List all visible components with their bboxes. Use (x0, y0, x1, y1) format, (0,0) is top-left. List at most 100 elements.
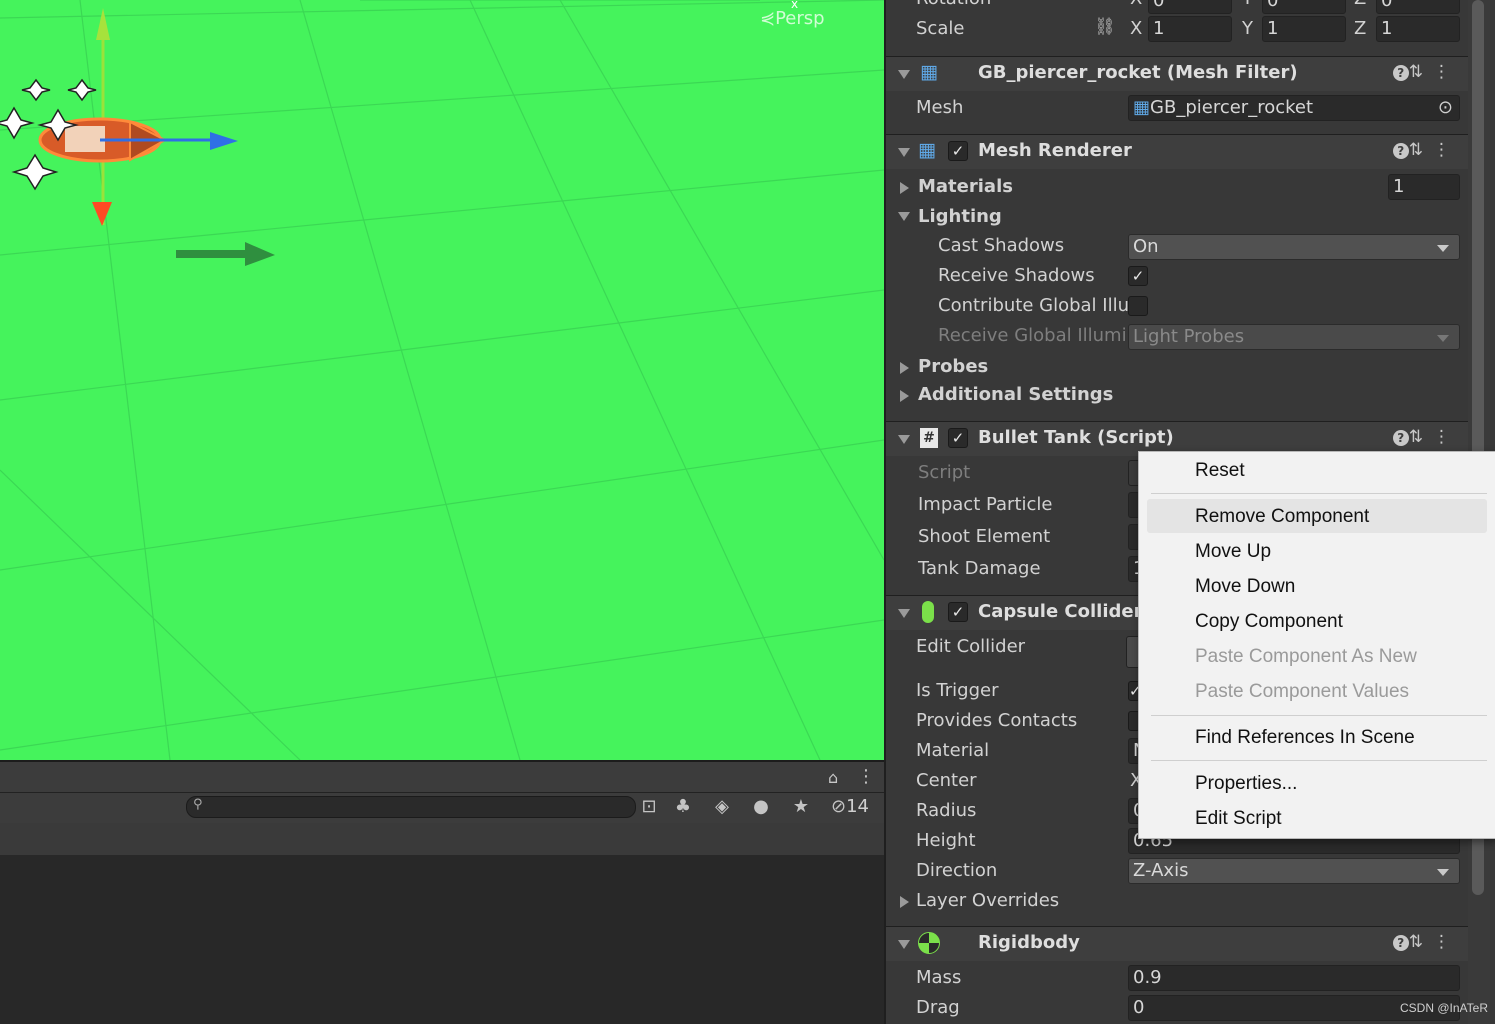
watermark: CSDN @InATeR (1400, 1001, 1488, 1015)
mesh-renderer-icon: ▦ (918, 139, 936, 161)
rotation-x-field[interactable]: 0 (1148, 0, 1232, 14)
rotation-y-label: Y (1242, 0, 1253, 9)
scale-x-field[interactable]: 1 (1148, 16, 1232, 42)
mesh-object-field[interactable]: ▦GB_piercer_rocket ⊙ (1128, 95, 1460, 121)
component-menu-icon[interactable]: ⋮ (1433, 140, 1460, 160)
scale-label: Scale (916, 18, 965, 39)
scene-view[interactable]: x ⋞Persp (0, 0, 884, 760)
edit-collider-label: Edit Collider (916, 636, 1026, 657)
enabled-checkbox[interactable]: ✓ (948, 141, 968, 161)
cast-shadows-label: Cast Shadows (938, 235, 1065, 256)
menu-item-move-down[interactable]: Move Down (1195, 576, 1295, 598)
is-trigger-label: Is Trigger (916, 680, 999, 701)
layer-overrides-foldout[interactable]: Layer Overrides (916, 890, 1059, 911)
label-icon[interactable]: ◈ (707, 794, 737, 820)
menu-item-move-up[interactable]: Move Up (1195, 541, 1271, 563)
menu-item-paste-as-new: Paste Component As New (1195, 646, 1417, 667)
mesh-icon: ▦ (1133, 97, 1151, 118)
receive-shadows-checkbox[interactable]: ✓ (1128, 266, 1148, 286)
more-options-icon[interactable]: ⋮ (857, 766, 875, 787)
foldout-icon[interactable] (898, 70, 910, 79)
scale-x-label: X (1130, 18, 1143, 39)
hidden-packages-toggle[interactable]: ⊘14 (824, 794, 876, 820)
help-icon[interactable]: ? (1392, 143, 1409, 159)
search-by-type-icon[interactable]: ⊡ (634, 794, 664, 820)
component-menu-icon[interactable]: ⋮ (1433, 62, 1460, 82)
search-icon: ⚲ (193, 797, 203, 812)
z-axis-gizmo (92, 202, 112, 226)
menu-item-copy-component[interactable]: Copy Component (1195, 611, 1343, 633)
lighting-foldout[interactable]: Lighting (918, 206, 1002, 227)
direction-label: Direction (916, 860, 998, 881)
foldout-icon[interactable] (898, 609, 910, 618)
capsule-collider-icon (922, 601, 934, 623)
component-title: Rigidbody (978, 932, 1080, 953)
rigidbody-header[interactable]: Rigidbody ? ⇅⋮ (886, 926, 1468, 961)
mesh-renderer-header[interactable]: ▦ ✓ Mesh Renderer ? ⇅⋮ (886, 134, 1468, 169)
presets-icon[interactable]: ⇅ (1409, 140, 1433, 160)
mesh-label: Mesh (916, 97, 964, 118)
materials-foldout-icon[interactable] (900, 182, 909, 194)
layer-overrides-foldout-icon[interactable] (900, 896, 909, 908)
script-label: Script (918, 462, 971, 483)
menu-item-reset[interactable]: Reset (1195, 460, 1245, 482)
presets-icon[interactable]: ⇅ (1409, 427, 1433, 447)
warning-icon[interactable]: ● (746, 794, 776, 820)
constrain-proportions-icon[interactable]: ⛓ (1094, 17, 1116, 37)
lighting-foldout-icon[interactable] (898, 212, 910, 221)
persp-label[interactable]: ⋞Persp (760, 8, 825, 29)
component-title: Mesh Renderer (978, 140, 1132, 161)
presets-icon[interactable]: ⇅ (1409, 932, 1433, 952)
additional-foldout-icon[interactable] (900, 390, 909, 402)
enabled-checkbox[interactable]: ✓ (948, 428, 968, 448)
height-label: Height (916, 830, 976, 851)
panel-tab-bar: ⌂ ⋮ (0, 760, 884, 794)
probes-foldout-icon[interactable] (900, 362, 909, 374)
menu-item-find-references[interactable]: Find References In Scene (1195, 727, 1415, 749)
presets-icon[interactable]: ⇅ (1409, 62, 1433, 82)
radius-label: Radius (916, 800, 977, 821)
mass-field[interactable]: 0.9 (1128, 965, 1460, 991)
direction-arrow-shadow (176, 242, 275, 266)
help-icon[interactable]: ? (1392, 65, 1409, 81)
help-icon[interactable]: ? (1392, 430, 1409, 446)
impact-particle-label: Impact Particle (918, 494, 1053, 515)
component-title: Capsule Collider (978, 601, 1143, 622)
chevron-down-icon (1437, 335, 1449, 342)
search-input[interactable]: ⚲ (186, 796, 636, 818)
shoot-element-label: Shoot Element (918, 526, 1051, 547)
favorite-star-icon[interactable]: ★ (786, 794, 816, 820)
enabled-checkbox[interactable]: ✓ (948, 602, 968, 622)
foldout-icon[interactable] (898, 148, 910, 157)
component-menu-icon[interactable]: ⋮ (1433, 427, 1460, 447)
direction-dropdown[interactable]: Z-Axis (1128, 858, 1460, 884)
help-icon[interactable]: ? (1392, 935, 1409, 951)
rotation-z-field[interactable]: 0 (1376, 0, 1460, 14)
additional-settings-foldout[interactable]: Additional Settings (918, 384, 1113, 405)
menu-item-edit-script[interactable]: Edit Script (1195, 808, 1282, 830)
materials-foldout[interactable]: Materials (918, 176, 1013, 197)
rotation-x-label: X (1130, 0, 1142, 9)
component-menu-icon[interactable]: ⋮ (1433, 932, 1460, 952)
rigidbody-icon (918, 932, 940, 954)
material-label: Material (916, 740, 990, 761)
contribute-gi-checkbox[interactable] (1128, 296, 1148, 316)
filter-by-type-icon[interactable]: ♣ (668, 794, 698, 820)
menu-item-properties[interactable]: Properties... (1195, 773, 1297, 795)
foldout-icon[interactable] (898, 940, 910, 949)
scale-z-field[interactable]: 1 (1376, 16, 1460, 42)
breadcrumb-row (0, 823, 884, 855)
materials-size-field[interactable]: 1 (1388, 174, 1460, 200)
component-title: GB_piercer_rocket (Mesh Filter) (978, 62, 1298, 83)
mesh-filter-header[interactable]: ▦ GB_piercer_rocket (Mesh Filter) ? ⇅⋮ (886, 56, 1468, 91)
probes-foldout[interactable]: Probes (918, 356, 988, 377)
menu-item-remove-component[interactable]: Remove Component (1195, 506, 1369, 528)
scene-grid: x (0, 0, 884, 760)
mesh-filter-icon: ▦ (920, 61, 938, 83)
rotation-y-field[interactable]: 0 (1262, 0, 1346, 14)
scale-y-field[interactable]: 1 (1262, 16, 1346, 42)
lock-icon[interactable]: ⌂ (828, 768, 838, 787)
foldout-icon[interactable] (898, 435, 910, 444)
object-picker-icon[interactable]: ⊙ (1438, 96, 1453, 120)
cast-shadows-dropdown[interactable]: On (1128, 234, 1460, 260)
